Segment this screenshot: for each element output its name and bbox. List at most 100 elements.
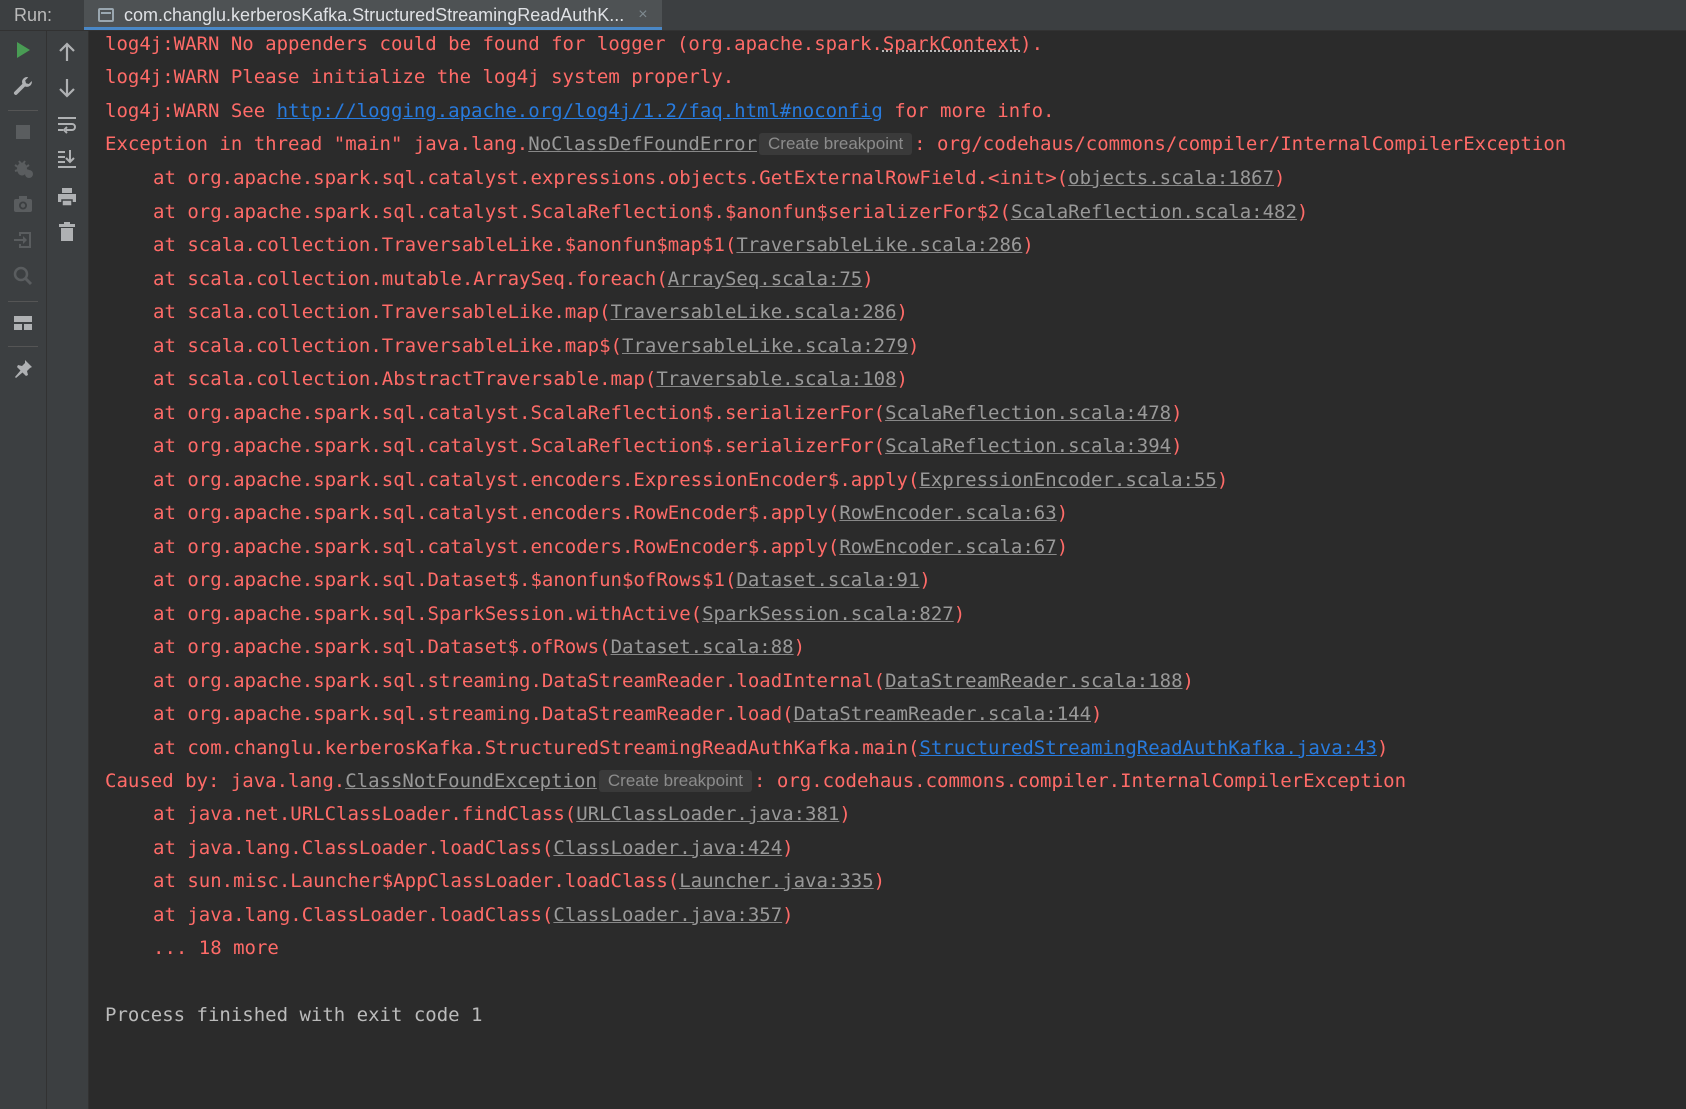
wrench-icon[interactable] — [9, 72, 37, 100]
source-location-link[interactable]: ScalaReflection.scala:394 — [885, 435, 1171, 457]
stack-frame-method: at sun.misc.Launcher$AppClassLoader.load… — [153, 870, 680, 892]
stack-frame-line: at java.net.URLClassLoader.findClass(URL… — [153, 803, 851, 825]
stack-frame-method: at org.apache.spark.sql.catalyst.encoder… — [153, 502, 840, 524]
caused-by-line: Caused by: java.lang.ClassNotFoundExcept… — [105, 770, 1407, 792]
stack-frame-line: at org.apache.spark.sql.catalyst.encoder… — [153, 502, 1069, 524]
stack-frame-method: at java.net.URLClassLoader.findClass( — [153, 803, 577, 825]
toolbar-separator — [8, 346, 38, 347]
more-frames-line: ... 18 more — [153, 937, 279, 959]
source-location-link[interactable]: ClassLoader.java:424 — [553, 837, 782, 859]
arrow-up-icon[interactable] — [53, 38, 81, 66]
stack-frame-method: at org.apache.spark.sql.catalyst.express… — [153, 167, 1069, 189]
source-location-link[interactable]: Traversable.scala:108 — [656, 368, 896, 390]
scroll-to-end-icon[interactable] — [53, 145, 81, 173]
stack-frame-line: at org.apache.spark.sql.catalyst.encoder… — [153, 468, 1229, 491]
create-breakpoint-button[interactable]: Create breakpoint — [598, 770, 753, 792]
source-location-link[interactable]: RowEncoder.scala:67 — [839, 536, 1056, 558]
arrow-down-icon[interactable] — [53, 74, 81, 102]
run-icon[interactable] — [9, 36, 37, 64]
exception-class-link[interactable]: NoClassDefFoundError — [528, 133, 757, 155]
stack-frame-line: at scala.collection.TraversableLike.map(… — [153, 301, 908, 323]
stack-frame-line: at org.apache.spark.sql.catalyst.express… — [153, 167, 1286, 189]
source-location-link[interactable]: ScalaReflection.scala:478 — [885, 402, 1171, 424]
source-location-link[interactable]: ScalaReflection.scala:482 — [1011, 201, 1297, 223]
log-warning-line: log4j:WARN See http://logging.apache.org… — [105, 100, 1055, 122]
stack-frame-line: at org.apache.spark.sql.catalyst.encoder… — [153, 535, 1069, 558]
soft-wrap-icon[interactable] — [53, 111, 81, 139]
stack-frame-line: at org.apache.spark.sql.streaming.DataSt… — [153, 703, 1103, 725]
source-location-link[interactable]: DataStreamReader.scala:144 — [794, 703, 1091, 725]
stack-frame-method: at org.apache.spark.sql.Dataset$.$anonfu… — [153, 569, 737, 591]
class-reference: SparkContext — [882, 33, 1021, 55]
log-warning-line: log4j:WARN No appenders could be found f… — [105, 33, 1044, 55]
stack-frame-line: at scala.collection.TraversableLike.map$… — [153, 334, 920, 357]
camera-icon[interactable] — [9, 190, 37, 218]
stack-frame-method: at scala.collection.TraversableLike.map$… — [153, 334, 622, 357]
stack-frame-method: at org.apache.spark.sql.streaming.DataSt… — [153, 703, 794, 725]
stack-frame-line: at com.changlu.kerberosKafka.StructuredS… — [153, 736, 1389, 759]
source-location-link[interactable]: StructuredStreamingReadAuthKafka.java:43 — [919, 737, 1377, 759]
stack-frame-method: at org.apache.spark.sql.catalyst.encoder… — [153, 535, 840, 558]
source-location-link[interactable]: URLClassLoader.java:381 — [576, 803, 839, 825]
exit-icon[interactable] — [9, 226, 37, 254]
stack-frame-line: at org.apache.spark.sql.catalyst.ScalaRe… — [153, 401, 1183, 424]
stack-frame-method: at org.apache.spark.sql.catalyst.ScalaRe… — [153, 435, 886, 457]
stack-frame-line: at org.apache.spark.sql.streaming.DataSt… — [153, 669, 1194, 692]
layout-icon[interactable] — [9, 309, 37, 337]
source-location-link[interactable]: DataStreamReader.scala:188 — [885, 670, 1182, 692]
source-location-link[interactable]: Dataset.scala:91 — [736, 569, 919, 591]
stack-frame-line: at sun.misc.Launcher$AppClassLoader.load… — [153, 870, 886, 892]
faq-link[interactable]: http://logging.apache.org/log4j/1.2/faq.… — [277, 100, 883, 122]
source-location-link[interactable]: TraversableLike.scala:279 — [622, 335, 908, 357]
stack-frame-line: at org.apache.spark.sql.catalyst.ScalaRe… — [153, 435, 1183, 457]
stack-frame-method: at org.apache.spark.sql.Dataset$.ofRows( — [153, 636, 611, 658]
stack-frame-method: at org.apache.spark.sql.catalyst.ScalaRe… — [153, 200, 1011, 223]
source-location-link[interactable]: objects.scala:1867 — [1068, 167, 1274, 189]
source-location-link[interactable]: TraversableLike.scala:286 — [611, 301, 897, 323]
source-location-link[interactable]: SparkSession.scala:827 — [702, 603, 954, 625]
console-actions-toolbar — [47, 31, 89, 1109]
stack-frame-method: at org.apache.spark.sql.catalyst.encoder… — [153, 468, 920, 491]
source-location-link[interactable]: ClassLoader.java:357 — [553, 904, 782, 926]
pin-icon[interactable] — [9, 355, 37, 383]
stack-frame-line: at java.lang.ClassLoader.loadClass(Class… — [153, 836, 794, 859]
stack-frame-line: at scala.collection.AbstractTraversable.… — [153, 368, 908, 390]
exception-line: Exception in thread "main" java.lang.NoC… — [105, 133, 1567, 155]
debug-icon[interactable] — [9, 154, 37, 182]
close-icon[interactable]: × — [638, 6, 647, 24]
run-configuration-tab[interactable]: com.changlu.kerberosKafka.StructuredStre… — [84, 0, 662, 30]
run-label: Run: — [14, 4, 53, 25]
console-output[interactable]: log4j:WARN No appenders could be found f… — [89, 31, 1686, 1109]
stack-frame-method: at scala.collection.TraversableLike.$ano… — [153, 234, 737, 256]
stack-frame-method: at scala.collection.AbstractTraversable.… — [153, 368, 657, 390]
stack-frame-line: at org.apache.spark.sql.catalyst.ScalaRe… — [153, 200, 1309, 223]
toolbar-separator — [8, 110, 38, 111]
application-icon — [98, 8, 114, 22]
trash-icon[interactable] — [53, 218, 81, 246]
source-location-link[interactable]: RowEncoder.scala:63 — [839, 502, 1056, 524]
stack-frame-line: at org.apache.spark.sql.Dataset$.ofRows(… — [153, 636, 806, 658]
log-warning-line: log4j:WARN Please initialize the log4j s… — [105, 66, 735, 88]
create-breakpoint-button[interactable]: Create breakpoint — [759, 133, 913, 155]
source-location-link[interactable]: TraversableLike.scala:286 — [736, 234, 1022, 256]
exception-class-link[interactable]: ClassNotFoundException — [345, 770, 597, 792]
run-tab-title: com.changlu.kerberosKafka.StructuredStre… — [124, 4, 625, 25]
stack-frame-method: at scala.collection.TraversableLike.map( — [153, 301, 611, 323]
stack-frame-method: at org.apache.spark.sql.catalyst.ScalaRe… — [153, 401, 886, 424]
source-location-link[interactable]: Launcher.java:335 — [679, 870, 873, 892]
stack-frame-method: at org.apache.spark.sql.SparkSession.wit… — [153, 602, 703, 625]
source-location-link[interactable]: ExpressionEncoder.scala:55 — [919, 469, 1216, 491]
print-icon[interactable] — [53, 183, 81, 211]
source-location-link[interactable]: Dataset.scala:88 — [611, 636, 794, 658]
stop-icon[interactable] — [9, 118, 37, 146]
toolbar-separator — [8, 301, 38, 302]
source-location-link[interactable]: ArraySeq.scala:75 — [668, 268, 862, 290]
stack-frame-method: at java.lang.ClassLoader.loadClass( — [153, 903, 554, 926]
stack-frame-line: at scala.collection.TraversableLike.$ano… — [153, 234, 1034, 256]
stack-frame-line: at org.apache.spark.sql.Dataset$.$anonfu… — [153, 569, 931, 591]
process-finished-line: Process finished with exit code 1 — [105, 1004, 483, 1026]
run-tool-window: Run: com.changlu.kerberosKafka.Structure… — [0, 0, 1686, 1109]
search-settings-icon[interactable] — [9, 262, 37, 290]
stack-frame-line: at java.lang.ClassLoader.loadClass(Class… — [153, 903, 794, 926]
stack-frame-line: at org.apache.spark.sql.SparkSession.wit… — [153, 602, 966, 625]
